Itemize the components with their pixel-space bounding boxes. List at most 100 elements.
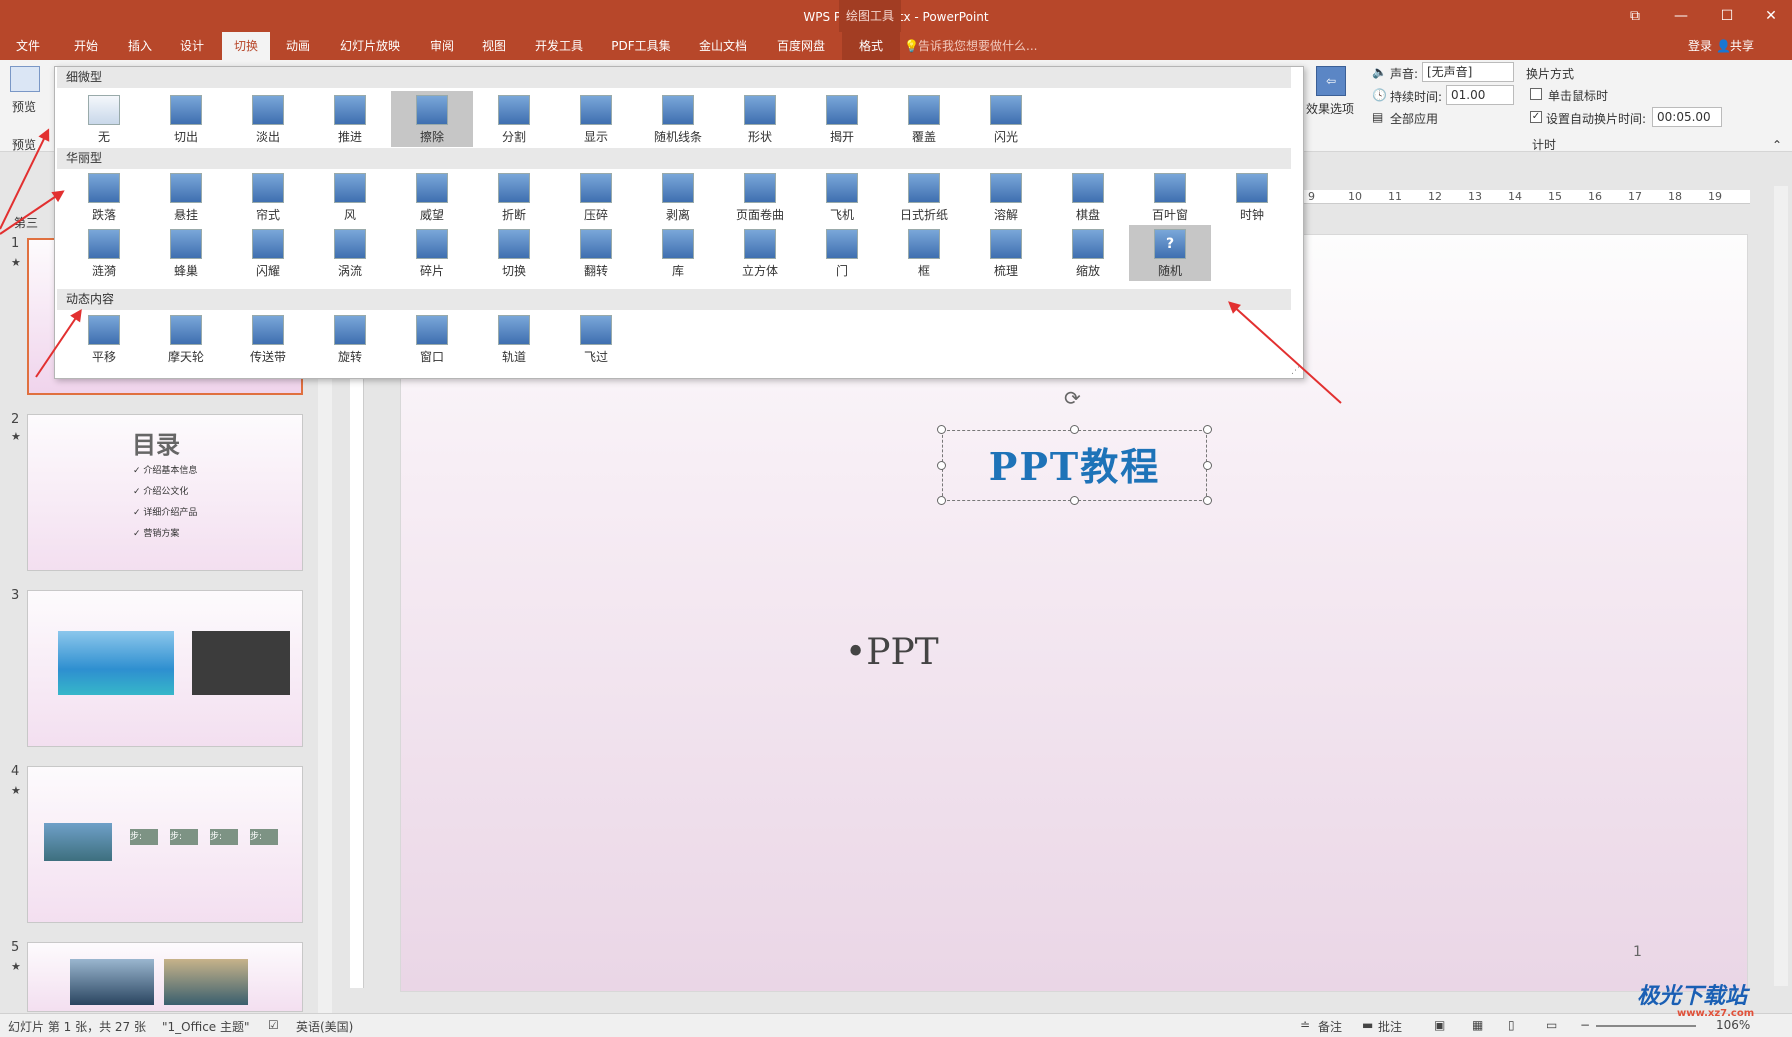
collapse-ribbon-icon[interactable]: ⌃ xyxy=(1772,138,1782,152)
transition-option[interactable]: 闪光 xyxy=(965,91,1047,147)
sorter-view-icon[interactable]: ▦ xyxy=(1472,1018,1483,1032)
transition-option[interactable]: 轨道 xyxy=(473,311,555,367)
transition-option[interactable]: 摩天轮 xyxy=(145,311,227,367)
transition-option[interactable]: 分割 xyxy=(473,91,555,147)
transition-option[interactable]: 擦除 xyxy=(391,91,473,147)
tell-me-search[interactable]: 告诉我您想要做什么... xyxy=(918,32,1037,60)
transition-option[interactable]: 飞机 xyxy=(801,169,883,225)
tab-slideshow[interactable]: 幻灯片放映 xyxy=(334,32,406,60)
effect-options-button[interactable]: 效果选项 xyxy=(1306,100,1354,117)
apply-all-button[interactable]: 全部应用 xyxy=(1390,110,1438,127)
gallery-resize-grip-icon[interactable]: ⋰ xyxy=(1291,366,1300,376)
share-button[interactable]: 共享 xyxy=(1730,32,1754,60)
transition-option[interactable]: 切换 xyxy=(473,225,555,281)
transition-option[interactable]: 日式折纸 xyxy=(883,169,965,225)
transition-option[interactable]: 跌落 xyxy=(63,169,145,225)
transition-option[interactable]: 帘式 xyxy=(227,169,309,225)
transition-option[interactable]: 覆盖 xyxy=(883,91,965,147)
transition-option[interactable]: 蜂巢 xyxy=(145,225,227,281)
sound-dropdown[interactable]: [无声音] xyxy=(1422,62,1514,82)
resize-handle[interactable] xyxy=(937,425,946,434)
transition-option[interactable]: 无 xyxy=(63,91,145,147)
transition-option[interactable]: 旋转 xyxy=(309,311,391,367)
transition-option[interactable]: 闪耀 xyxy=(227,225,309,281)
slideshow-view-icon[interactable]: ▭ xyxy=(1546,1018,1557,1032)
transition-option[interactable]: 棋盘 xyxy=(1047,169,1129,225)
transition-option[interactable]: 缩放 xyxy=(1047,225,1129,281)
resize-handle[interactable] xyxy=(937,496,946,505)
transition-option[interactable]: 威望 xyxy=(391,169,473,225)
transition-option[interactable]: ? 随机 xyxy=(1129,225,1211,281)
transition-option[interactable]: 窗口 xyxy=(391,311,473,367)
resize-handle[interactable] xyxy=(1203,496,1212,505)
tab-format[interactable]: 格式 xyxy=(842,32,900,60)
transition-option[interactable]: 折断 xyxy=(473,169,555,225)
transition-option[interactable]: 切出 xyxy=(145,91,227,147)
reading-view-icon[interactable]: ▯ xyxy=(1508,1018,1515,1032)
transition-option[interactable]: 飞过 xyxy=(555,311,637,367)
editor-scrollbar[interactable] xyxy=(1774,186,1788,986)
preview-icon[interactable] xyxy=(10,66,40,92)
transition-option[interactable]: 涡流 xyxy=(309,225,391,281)
maximize-button[interactable]: ☐ xyxy=(1704,0,1750,32)
transition-option[interactable]: 淡出 xyxy=(227,91,309,147)
tab-review[interactable]: 审阅 xyxy=(418,32,466,60)
minimize-button[interactable]: — xyxy=(1658,0,1704,32)
transition-option[interactable]: 涟漪 xyxy=(63,225,145,281)
slide-thumbnail-2[interactable]: 目录 ✓ 介绍基本信息 ✓ 介绍公文化 ✓ 详细介绍产品 ✓ 营销方案 xyxy=(27,414,303,571)
transition-option[interactable]: 悬挂 xyxy=(145,169,227,225)
transition-option[interactable]: 压碎 xyxy=(555,169,637,225)
preview-button-label[interactable]: 预览 xyxy=(12,98,36,115)
transition-option[interactable]: 库 xyxy=(637,225,719,281)
tab-pdf-tools[interactable]: PDF工具集 xyxy=(606,32,676,60)
transition-option[interactable]: 页面卷曲 xyxy=(719,169,801,225)
transition-option[interactable]: 百叶窗 xyxy=(1129,169,1211,225)
transition-option[interactable]: 框 xyxy=(883,225,965,281)
resize-handle[interactable] xyxy=(1070,425,1079,434)
duration-input[interactable]: 01.00 xyxy=(1446,85,1514,105)
ribbon-display-icon[interactable]: ⧉ xyxy=(1612,0,1658,32)
tab-developer[interactable]: 开发工具 xyxy=(528,32,590,60)
transition-option[interactable]: 溶解 xyxy=(965,169,1047,225)
transition-option[interactable]: 风 xyxy=(309,169,391,225)
comments-button[interactable]: 批注 xyxy=(1378,1018,1402,1035)
auto-after-input[interactable]: 00:05.00 xyxy=(1652,107,1722,127)
tab-kdocs[interactable]: 金山文档 xyxy=(690,32,756,60)
tab-insert[interactable]: 插入 xyxy=(116,32,164,60)
tab-file[interactable]: 文件 xyxy=(4,32,52,60)
notes-button[interactable]: 备注 xyxy=(1318,1018,1342,1035)
slide-thumbnail-5[interactable] xyxy=(27,942,303,1012)
tab-design[interactable]: 设计 xyxy=(168,32,216,60)
transition-option[interactable]: 立方体 xyxy=(719,225,801,281)
transition-option[interactable]: 推进 xyxy=(309,91,391,147)
tab-baidu-netdisk[interactable]: 百度网盘 xyxy=(768,32,834,60)
spellcheck-icon[interactable]: ☑ xyxy=(268,1018,279,1032)
slide-thumbnail-3[interactable] xyxy=(27,590,303,747)
tab-view[interactable]: 视图 xyxy=(470,32,518,60)
auto-after-checkbox[interactable]: ✓ xyxy=(1530,111,1542,123)
transition-option[interactable]: 梳理 xyxy=(965,225,1047,281)
effect-options-icon[interactable]: ⇦ xyxy=(1316,66,1346,96)
rotate-handle-icon[interactable]: ⟳ xyxy=(1064,386,1081,410)
transition-option[interactable]: 翻转 xyxy=(555,225,637,281)
transition-option[interactable]: 形状 xyxy=(719,91,801,147)
zoom-slider[interactable] xyxy=(1596,1025,1696,1027)
transition-option[interactable]: 传送带 xyxy=(227,311,309,367)
language[interactable]: 英语(美国) xyxy=(296,1018,353,1035)
close-button[interactable]: ✕ xyxy=(1748,0,1792,32)
transition-option[interactable]: 门 xyxy=(801,225,883,281)
zoom-out-icon[interactable]: − xyxy=(1580,1018,1590,1032)
tab-transitions[interactable]: 切换 xyxy=(222,32,270,60)
resize-handle[interactable] xyxy=(1070,496,1079,505)
transition-option[interactable]: 剥离 xyxy=(637,169,719,225)
on-click-checkbox[interactable] xyxy=(1530,88,1542,100)
normal-view-icon[interactable]: ▣ xyxy=(1434,1018,1445,1032)
slide-bullet-text[interactable]: •PPT xyxy=(845,632,939,673)
transition-option[interactable]: 揭开 xyxy=(801,91,883,147)
transition-option[interactable]: 随机线条 xyxy=(637,91,719,147)
transition-option[interactable]: 时钟 xyxy=(1211,169,1293,225)
login-link[interactable]: 登录 xyxy=(1688,32,1712,60)
resize-handle[interactable] xyxy=(1203,425,1212,434)
tab-animations[interactable]: 动画 xyxy=(274,32,322,60)
tab-home[interactable]: 开始 xyxy=(62,32,110,60)
